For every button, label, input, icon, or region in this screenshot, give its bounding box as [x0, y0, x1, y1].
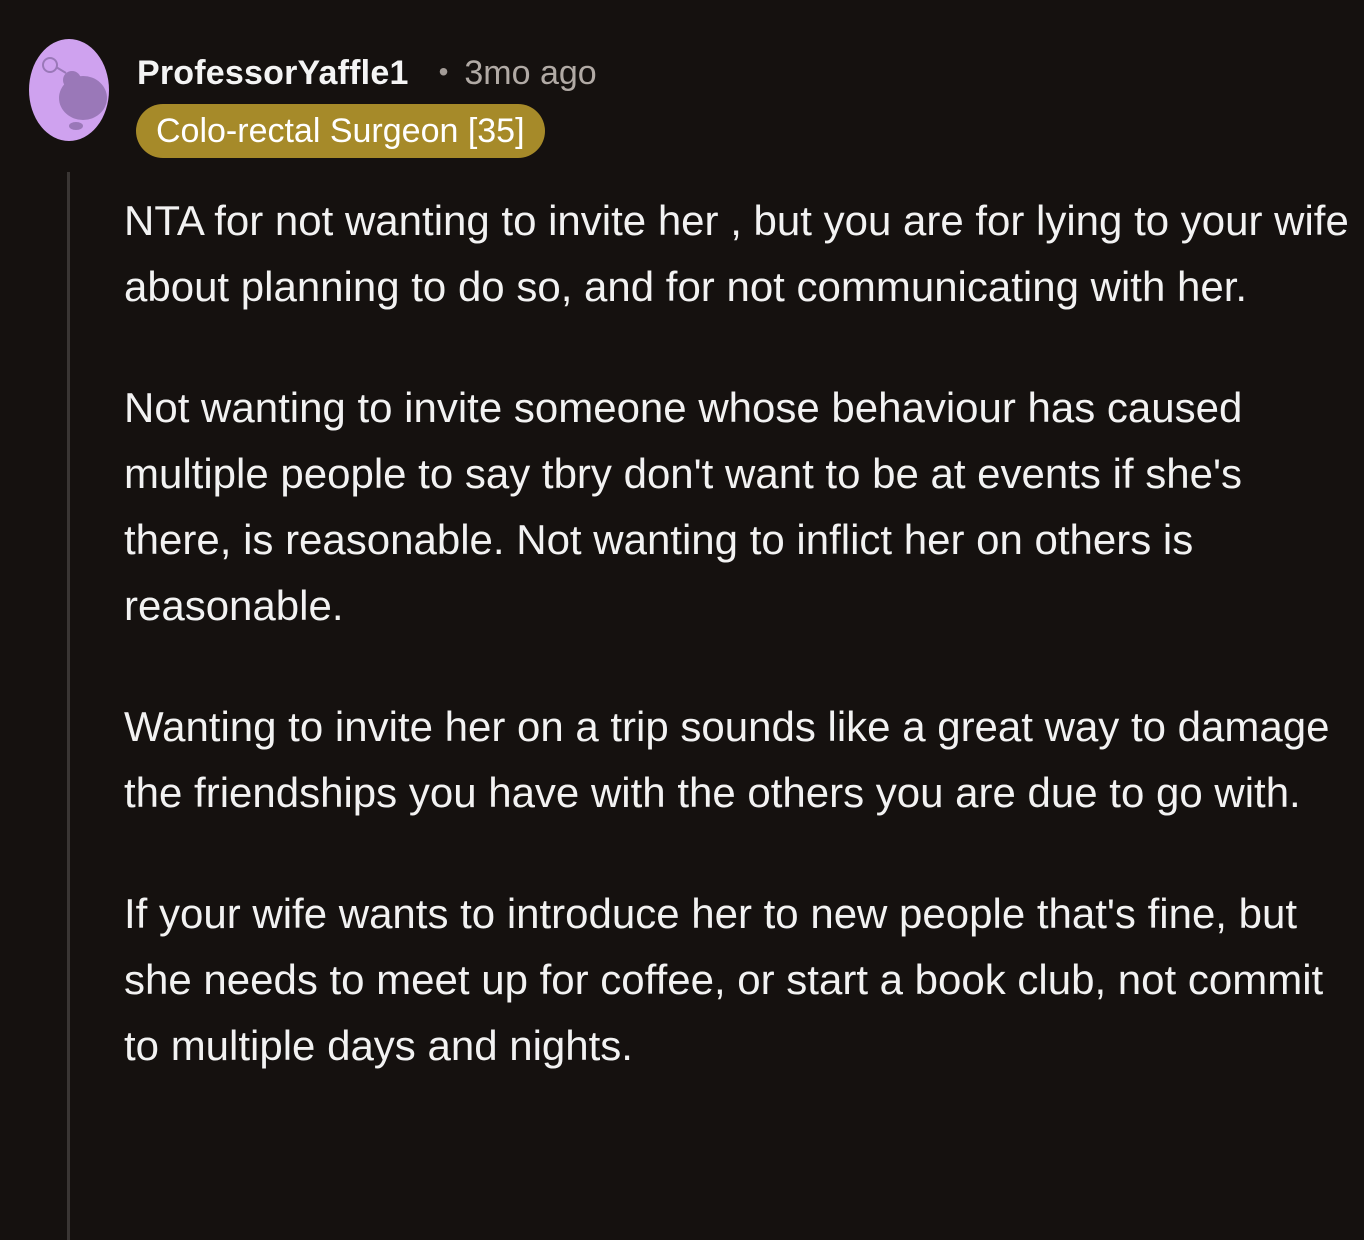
user-flair: Colo-rectal Surgeon [35] [136, 104, 545, 158]
avatar[interactable] [28, 38, 110, 142]
thread-line[interactable] [67, 172, 70, 1240]
comment-paragraph: NTA for not wanting to invite her , but … [124, 197, 1349, 310]
comment-paragraph: Wanting to invite her on a trip sounds l… [124, 703, 1330, 816]
comment-meta: ProfessorYaffle1 • 3mo ago [137, 48, 597, 98]
username-link[interactable]: ProfessorYaffle1 [137, 54, 409, 93]
separator-dot: • [438, 56, 449, 87]
comment-paragraph: Not wanting to invite someone whose beha… [124, 384, 1243, 629]
comment: ProfessorYaffle1 • 3mo ago Colo-rectal S… [0, 0, 1364, 1240]
snoo-avatar-icon [29, 39, 109, 141]
comment-body: NTA for not wanting to invite her , but … [124, 188, 1349, 1079]
comment-paragraph: If your wife wants to introduce her to n… [124, 890, 1324, 1069]
timestamp[interactable]: 3mo ago [464, 54, 596, 93]
